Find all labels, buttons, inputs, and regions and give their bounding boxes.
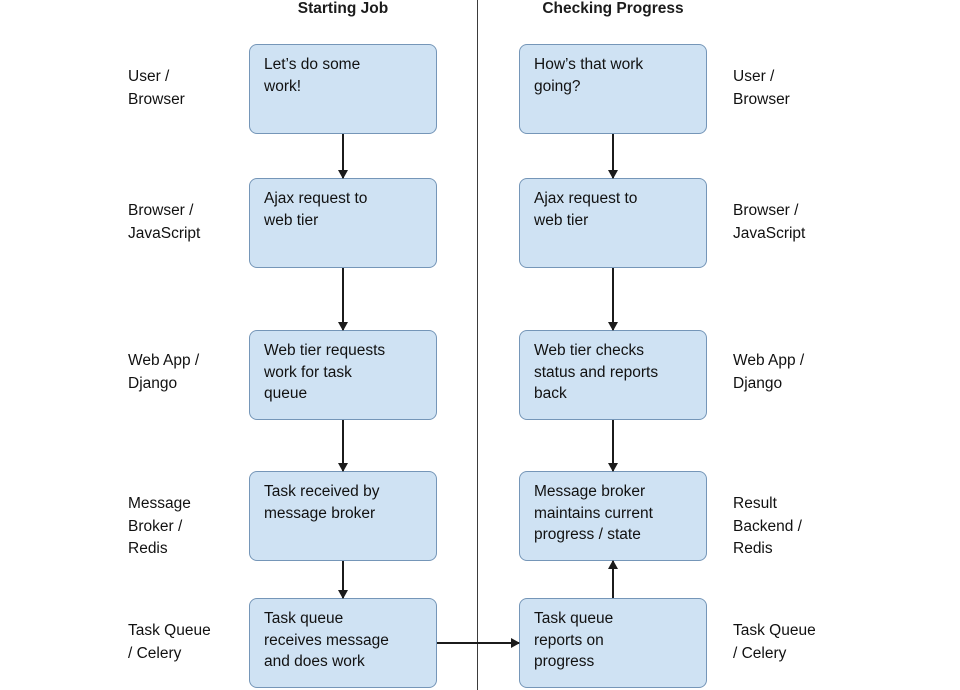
node-right-ajax-request[interactable]: Ajax request to web tier [519, 178, 707, 268]
arrow-right-1-down-icon [612, 134, 614, 178]
node-left-ajax-request[interactable]: Ajax request to web tier [249, 178, 437, 268]
arrow-left-2-down-icon [342, 268, 344, 330]
column-divider [477, 0, 478, 690]
right-label-task-queue-celery: Task Queue / Celery [733, 622, 816, 662]
arrow-cross-to-right-icon [437, 642, 519, 644]
node-right-user-checks[interactable]: How’s that work going? [519, 44, 707, 134]
arrow-left-4-down-icon [342, 561, 344, 598]
left-label-browser-javascript: Browser / JavaScript [128, 202, 201, 242]
arrow-right-2-down-icon [612, 268, 614, 330]
node-left-user-request[interactable]: Let’s do some work! [249, 44, 437, 134]
node-left-task-received[interactable]: Task received by message broker [249, 471, 437, 561]
right-label-result-backend-redis: Result Backend / Redis [733, 495, 802, 557]
diagram-canvas: Starting Job Checking Progress User / Br… [0, 0, 960, 690]
column-title-starting-job: Starting Job [297, 0, 389, 17]
right-label-browser-javascript: Browser / JavaScript [733, 202, 806, 242]
left-label-web-app-django: Web App / Django [128, 352, 200, 392]
left-label-user-browser: User / Browser [128, 68, 185, 108]
arrow-left-3-down-icon [342, 420, 344, 471]
node-left-task-queue-works[interactable]: Task queue receives message and does wor… [249, 598, 437, 688]
node-right-web-tier-checks[interactable]: Web tier checks status and reports back [519, 330, 707, 420]
arrow-left-1-down-icon [342, 134, 344, 178]
right-label-web-app-django: Web App / Django [733, 352, 805, 392]
left-label-task-queue-celery: Task Queue / Celery [128, 622, 211, 662]
arrow-right-3-down-icon [612, 420, 614, 471]
node-right-message-broker-state[interactable]: Message broker maintains current progres… [519, 471, 707, 561]
node-left-web-tier-requests[interactable]: Web tier requests work for task queue [249, 330, 437, 420]
left-label-message-broker-redis: Message Broker / Redis [128, 495, 191, 557]
node-right-task-queue-reports[interactable]: Task queue reports on progress [519, 598, 707, 688]
right-label-user-browser: User / Browser [733, 68, 790, 108]
arrow-right-4-up-icon [612, 561, 614, 598]
column-title-checking-progress: Checking Progress [542, 0, 684, 17]
